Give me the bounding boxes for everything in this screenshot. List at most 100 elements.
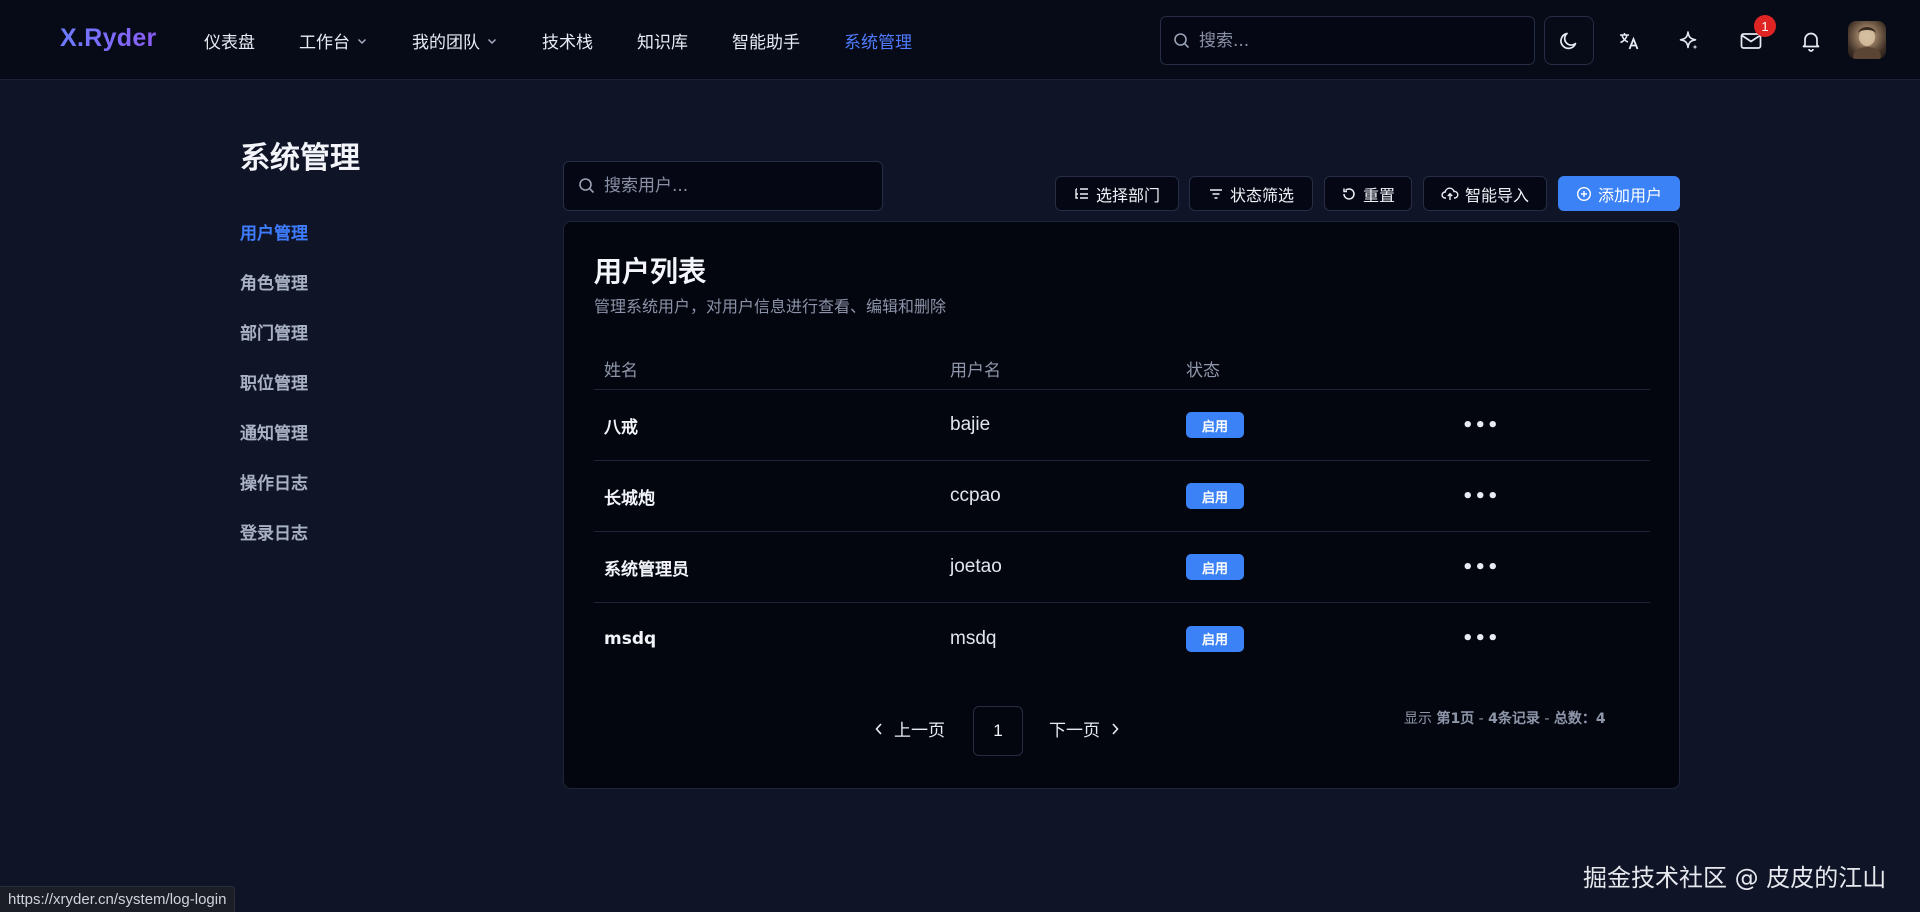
table-row: 系统管理员 joetao 启用 ••• — [594, 532, 1650, 603]
moon-icon — [1558, 30, 1580, 52]
global-search[interactable] — [1160, 16, 1535, 65]
search-icon — [1173, 32, 1191, 50]
notifications-button[interactable] — [1786, 16, 1836, 65]
sidebar-item-operation-log[interactable]: 操作日志 — [240, 470, 308, 520]
info-total: 总数：4 — [1553, 711, 1606, 727]
cell-name: 系统管理员 — [604, 559, 689, 580]
add-user-button[interactable]: 添加用户 — [1558, 176, 1680, 211]
select-department-button[interactable]: 选择部门 — [1055, 176, 1179, 211]
nav-label: 技术栈 — [542, 32, 593, 53]
column-header-status: 状态 — [1186, 361, 1220, 381]
ai-button[interactable] — [1664, 16, 1714, 65]
cell-status: 启用 — [1186, 532, 1244, 602]
filter-icon — [1208, 186, 1224, 202]
sidebar-item-user-management[interactable]: 用户管理 — [240, 220, 308, 270]
more-actions-icon[interactable]: ••• — [1462, 628, 1500, 649]
nav-label: 我的团队 — [412, 32, 480, 53]
chevron-right-icon — [1110, 722, 1120, 736]
prev-page-button[interactable]: 上一页 — [874, 716, 945, 741]
user-table: 姓名 用户名 状态 八戒 bajie 启用 ••• 长城炮 ccpao 启用 •… — [594, 348, 1650, 674]
more-actions-icon[interactable]: ••• — [1462, 486, 1500, 507]
nav-item-system-admin[interactable]: 系统管理 — [844, 28, 912, 53]
cell-name: msdq — [604, 628, 657, 649]
app-logo[interactable]: X.Ryder — [60, 24, 157, 53]
theme-toggle-button[interactable] — [1544, 16, 1594, 65]
nav-label: 工作台 — [299, 32, 350, 53]
nav-label: 系统管理 — [844, 32, 912, 53]
cell-name: 长城炮 — [604, 488, 655, 509]
table-row: 长城炮 ccpao 启用 ••• — [594, 461, 1650, 532]
reset-button[interactable]: 重置 — [1324, 176, 1412, 211]
cell-actions: ••• — [1462, 603, 1500, 674]
nav-item-knowledge-base[interactable]: 知识库 — [637, 28, 688, 53]
column-header-name: 姓名 — [604, 361, 638, 381]
smart-import-button[interactable]: 智能导入 — [1423, 176, 1547, 211]
nav-item-ai-assistant[interactable]: 智能助手 — [732, 28, 800, 53]
pagination-info: 显示 第1页 - 4条记录 - 总数：4 — [1404, 711, 1606, 727]
sparkle-icon — [1677, 29, 1701, 53]
table-header: 姓名 用户名 状态 — [594, 348, 1650, 390]
prev-page-label: 上一页 — [894, 721, 945, 741]
nav-item-workbench[interactable]: 工作台 — [299, 28, 368, 53]
sidebar-item-department-management[interactable]: 部门管理 — [240, 320, 308, 370]
user-search[interactable] — [563, 161, 883, 211]
more-actions-icon[interactable]: ••• — [1462, 557, 1500, 578]
cell-status: 启用 — [1186, 461, 1244, 531]
cell-name: 八戒 — [604, 417, 638, 438]
chevron-down-icon — [356, 35, 368, 47]
browser-status-url: https://xryder.cn/system/log-login — [0, 886, 236, 912]
cell-username: ccpao — [950, 485, 1001, 506]
cell-actions: ••• — [1462, 390, 1500, 460]
nav-label: 仪表盘 — [204, 32, 255, 53]
global-search-input[interactable] — [1199, 30, 1499, 51]
sidebar-menu: 用户管理 角色管理 部门管理 职位管理 通知管理 操作日志 登录日志 — [240, 220, 308, 570]
more-actions-icon[interactable]: ••• — [1462, 415, 1500, 436]
cell-username: joetao — [950, 556, 1002, 577]
table-row: 八戒 bajie 启用 ••• — [594, 390, 1650, 461]
info-records: 4条记录 — [1488, 711, 1540, 727]
translate-icon — [1617, 29, 1641, 53]
sidebar-item-notice-management[interactable]: 通知管理 — [240, 420, 308, 470]
cell-username: msdq — [950, 627, 997, 649]
nav-label: 智能助手 — [732, 32, 800, 53]
info-page: 第1页 — [1436, 711, 1475, 727]
bell-icon — [1799, 29, 1823, 53]
search-icon — [578, 177, 596, 195]
nav-label: 知识库 — [637, 32, 688, 53]
nav-item-dashboard[interactable]: 仪表盘 — [204, 28, 255, 53]
status-badge: 启用 — [1186, 483, 1244, 509]
card-title: 用户列表 — [594, 255, 707, 288]
reset-label: 重置 — [1362, 185, 1395, 205]
page-title: 系统管理 — [240, 141, 360, 176]
chevron-left-icon — [874, 722, 884, 736]
list-tree-icon — [1074, 186, 1090, 202]
nav-item-my-team[interactable]: 我的团队 — [412, 28, 498, 53]
cell-username: bajie — [950, 414, 991, 435]
status-badge: 启用 — [1186, 625, 1244, 652]
next-page-button[interactable]: 下一页 — [1049, 716, 1120, 741]
status-filter-button[interactable]: 状态筛选 — [1189, 176, 1313, 211]
info-prefix: 显示 — [1404, 711, 1432, 727]
page-number-1[interactable]: 1 — [973, 706, 1023, 756]
status-filter-label: 状态筛选 — [1229, 185, 1294, 205]
status-badge: 启用 — [1186, 554, 1244, 580]
cell-actions: ••• — [1462, 461, 1500, 531]
sidebar-item-login-log[interactable]: 登录日志 — [240, 520, 308, 570]
smart-import-label: 智能导入 — [1464, 185, 1529, 205]
user-search-input[interactable] — [604, 176, 882, 196]
user-list-card: 用户列表 管理系统用户，对用户信息进行查看、编辑和删除 姓名 用户名 状态 八戒… — [563, 221, 1680, 789]
nav-item-tech-stack[interactable]: 技术栈 — [542, 28, 593, 53]
table-row: msdq msdq 启用 ••• — [594, 603, 1650, 674]
mail-button[interactable]: 1 — [1726, 15, 1776, 65]
avatar[interactable] — [1848, 21, 1886, 59]
refresh-icon — [1341, 186, 1357, 202]
next-page-label: 下一页 — [1049, 721, 1100, 741]
language-button[interactable] — [1604, 16, 1654, 65]
cell-actions: ••• — [1462, 532, 1500, 602]
select-department-label: 选择部门 — [1095, 185, 1160, 205]
add-user-label: 添加用户 — [1597, 185, 1662, 205]
sidebar-item-position-management[interactable]: 职位管理 — [240, 370, 308, 420]
sidebar-item-role-management[interactable]: 角色管理 — [240, 270, 308, 320]
status-badge: 启用 — [1186, 412, 1244, 438]
chevron-down-icon — [486, 35, 498, 47]
